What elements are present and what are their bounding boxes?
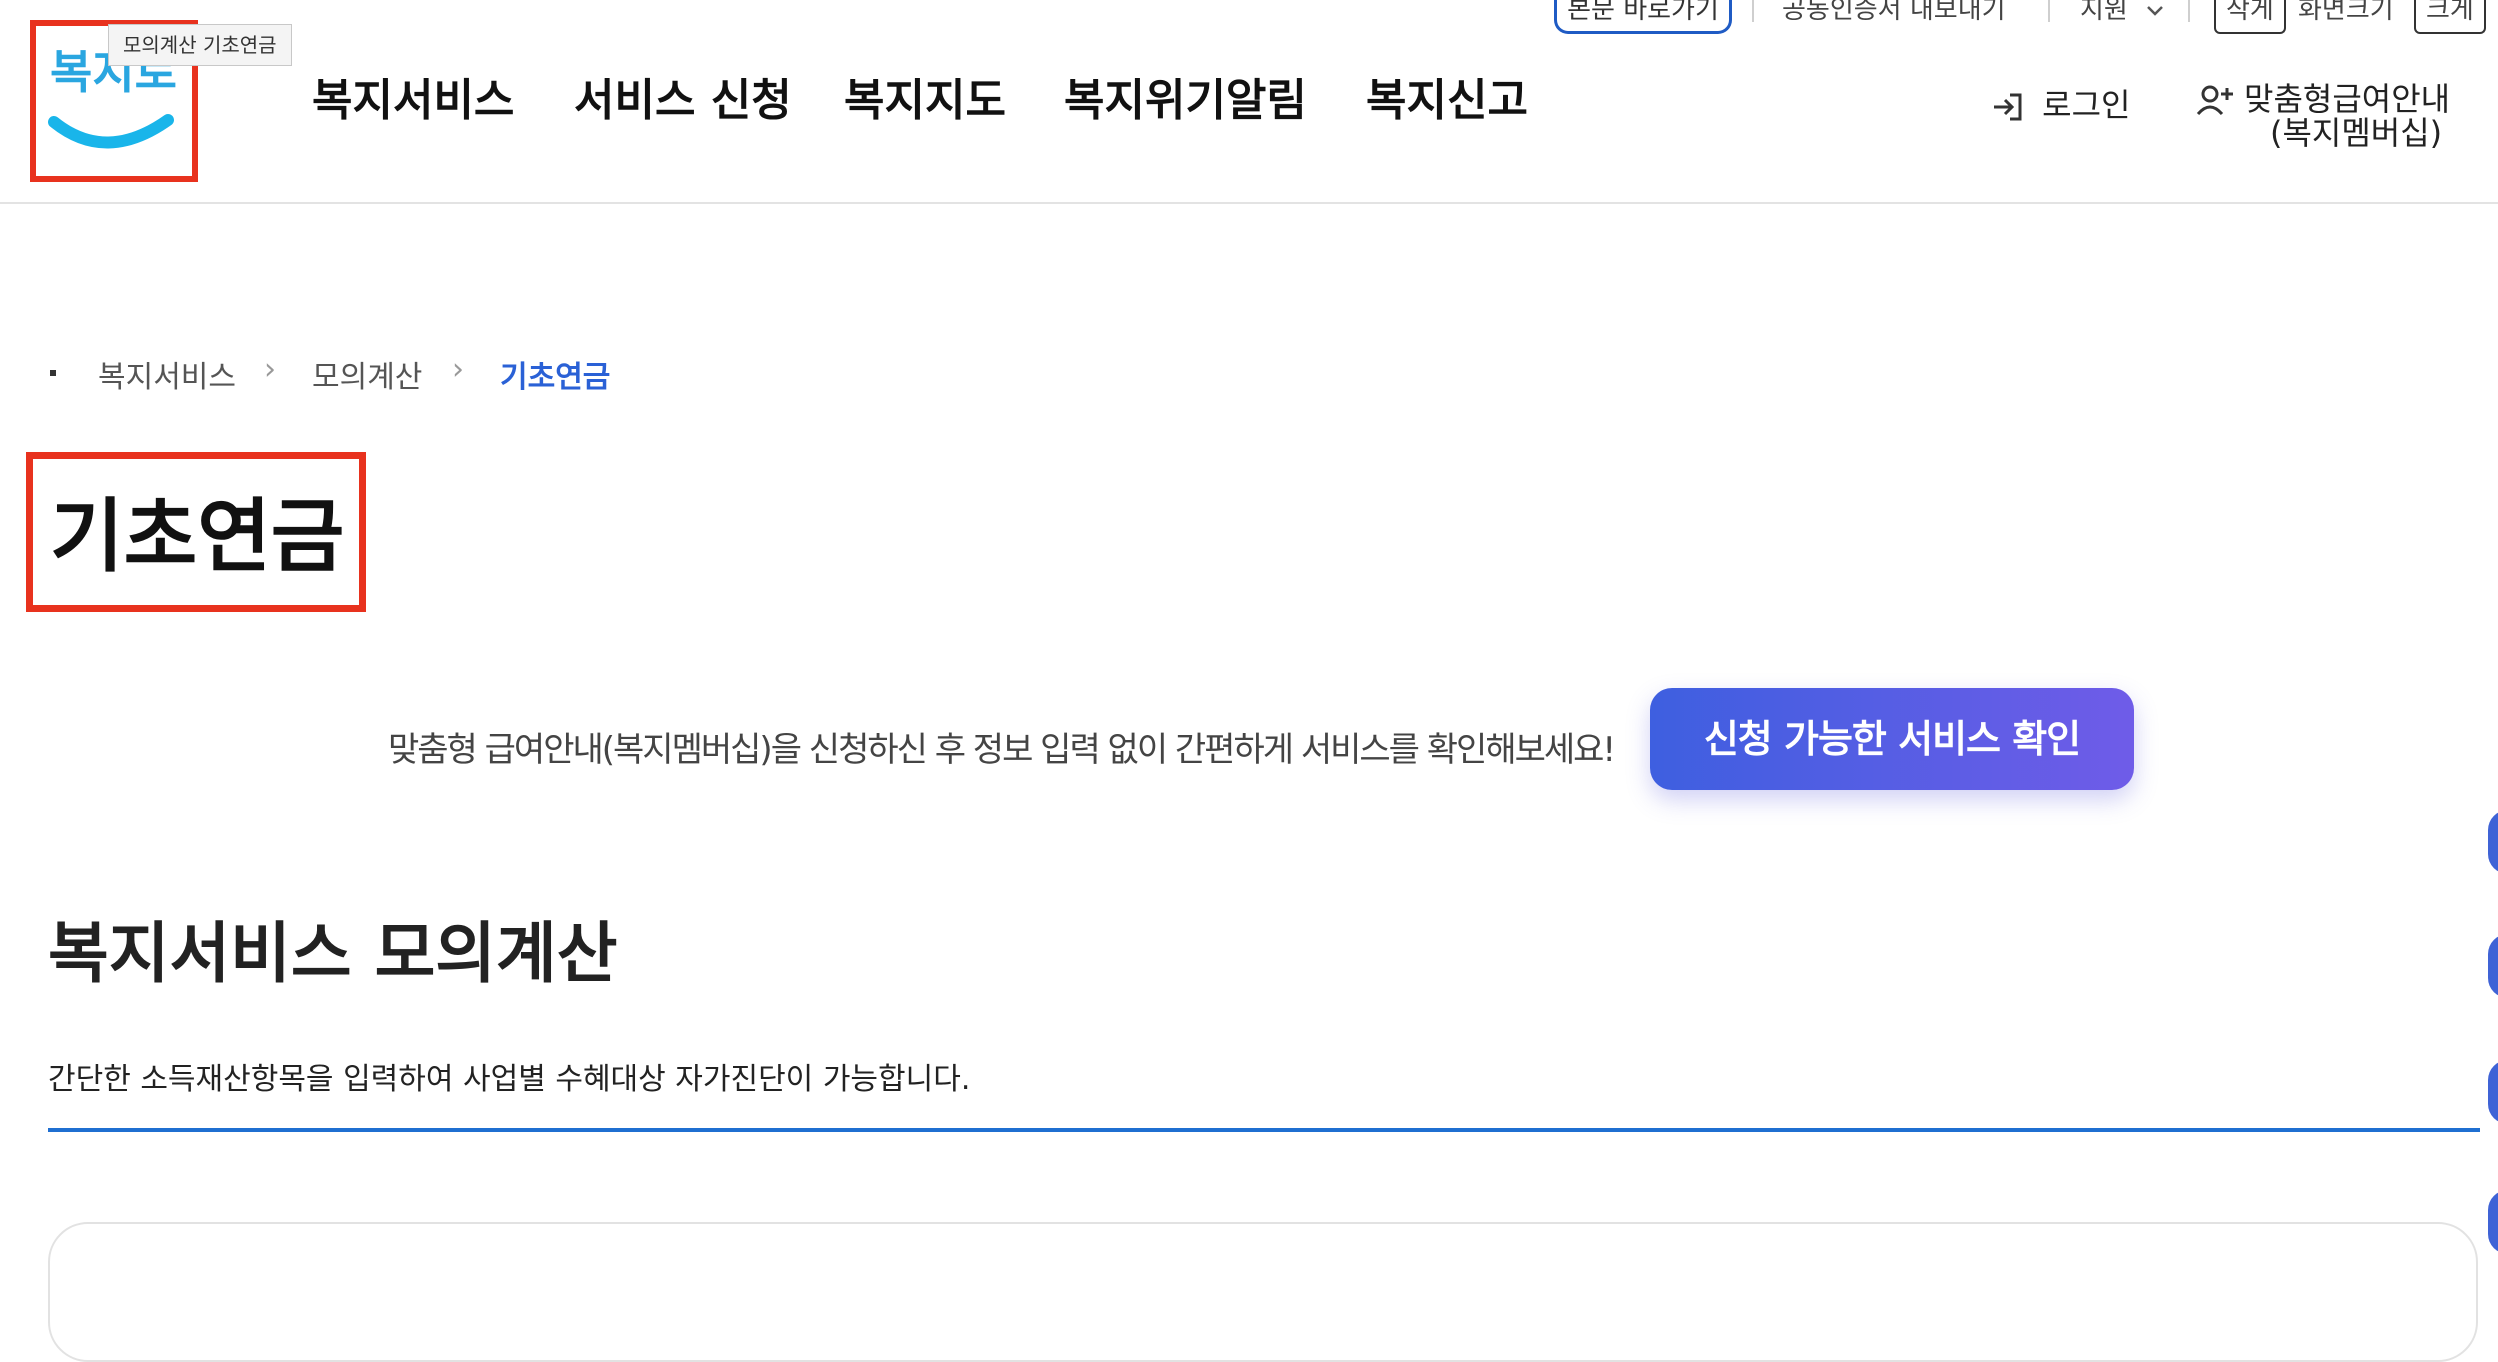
login-icon <box>1994 93 2022 121</box>
membership-banner-text: 맞춤형 급여안내(복지멤버십)을 신청하신 후 정보 입력 없이 간편하게 서비… <box>388 730 1616 770</box>
font-small-button[interactable]: 작게 <box>2214 0 2286 34</box>
login-button[interactable]: 로그인 <box>1990 80 2131 126</box>
section-description: 간단한 소득재산항목을 입력하여 사업별 수혜대상 자가진단이 가능합니다. <box>48 1062 971 1097</box>
membership-label-line2: (복지멤버십) <box>2270 114 2443 152</box>
utility-divider <box>2188 0 2190 22</box>
floating-quick-button[interactable] <box>2488 934 2498 998</box>
nav-welfare-map[interactable]: 복지지도 <box>844 64 1006 128</box>
membership-label-line1: 맞춤형급여안내 <box>2244 80 2451 118</box>
breadcrumb-chevron-icon: › <box>452 352 464 387</box>
nav-welfare-services[interactable]: 복지서비스 <box>312 64 514 128</box>
certificate-export-link[interactable]: 공동인증서 내보내기 <box>1782 0 2006 34</box>
chevron-down-icon <box>2147 5 2163 16</box>
user-add-icon <box>2196 85 2233 116</box>
section-title: 복지서비스 모의계산 <box>48 915 618 992</box>
calculator-card <box>48 1222 2478 1362</box>
floating-quick-button[interactable] <box>2488 1060 2498 1124</box>
membership-link[interactable]: 맞춤형급여안내 (복지멤버십) <box>2196 82 2450 150</box>
floating-quick-button[interactable] <box>2488 810 2498 874</box>
nav-welfare-report[interactable]: 복지신고 <box>1366 64 1528 128</box>
page-title: 기초연금 <box>50 490 345 583</box>
utility-divider <box>2048 0 2050 22</box>
screen-size-label: 화면크기 <box>2298 0 2394 25</box>
floating-quick-button[interactable] <box>2488 1190 2498 1254</box>
login-label: 로그인 <box>2042 86 2131 124</box>
skip-to-content-link[interactable]: 본문 바로가기 <box>1554 0 1732 34</box>
breadcrumb-chevron-icon: › <box>264 352 276 387</box>
font-large-button[interactable]: 크게 <box>2414 0 2486 34</box>
section-divider <box>48 1128 2480 1132</box>
nav-service-application[interactable]: 서비스 신청 <box>574 64 792 128</box>
logo-tooltip: 모의계산 기초연금 <box>108 24 292 66</box>
language-select[interactable]: 지원 <box>2080 0 2166 34</box>
breadcrumb-home-dot <box>50 370 56 376</box>
check-available-services-button[interactable]: 신청 가능한 서비스 확인 <box>1650 688 2134 790</box>
breadcrumb-item-mock-calculation[interactable]: 모의계산 <box>312 352 422 396</box>
header-divider <box>0 202 2498 204</box>
breadcrumb-item-basic-pension: 기초연금 <box>500 360 611 395</box>
breadcrumb-item-welfare-services[interactable]: 복지서비스 <box>98 352 236 396</box>
language-label: 지원 <box>2080 0 2128 25</box>
utility-divider <box>1752 0 1754 22</box>
nav-welfare-crisis-alert[interactable]: 복지위기알림 <box>1064 64 1307 128</box>
